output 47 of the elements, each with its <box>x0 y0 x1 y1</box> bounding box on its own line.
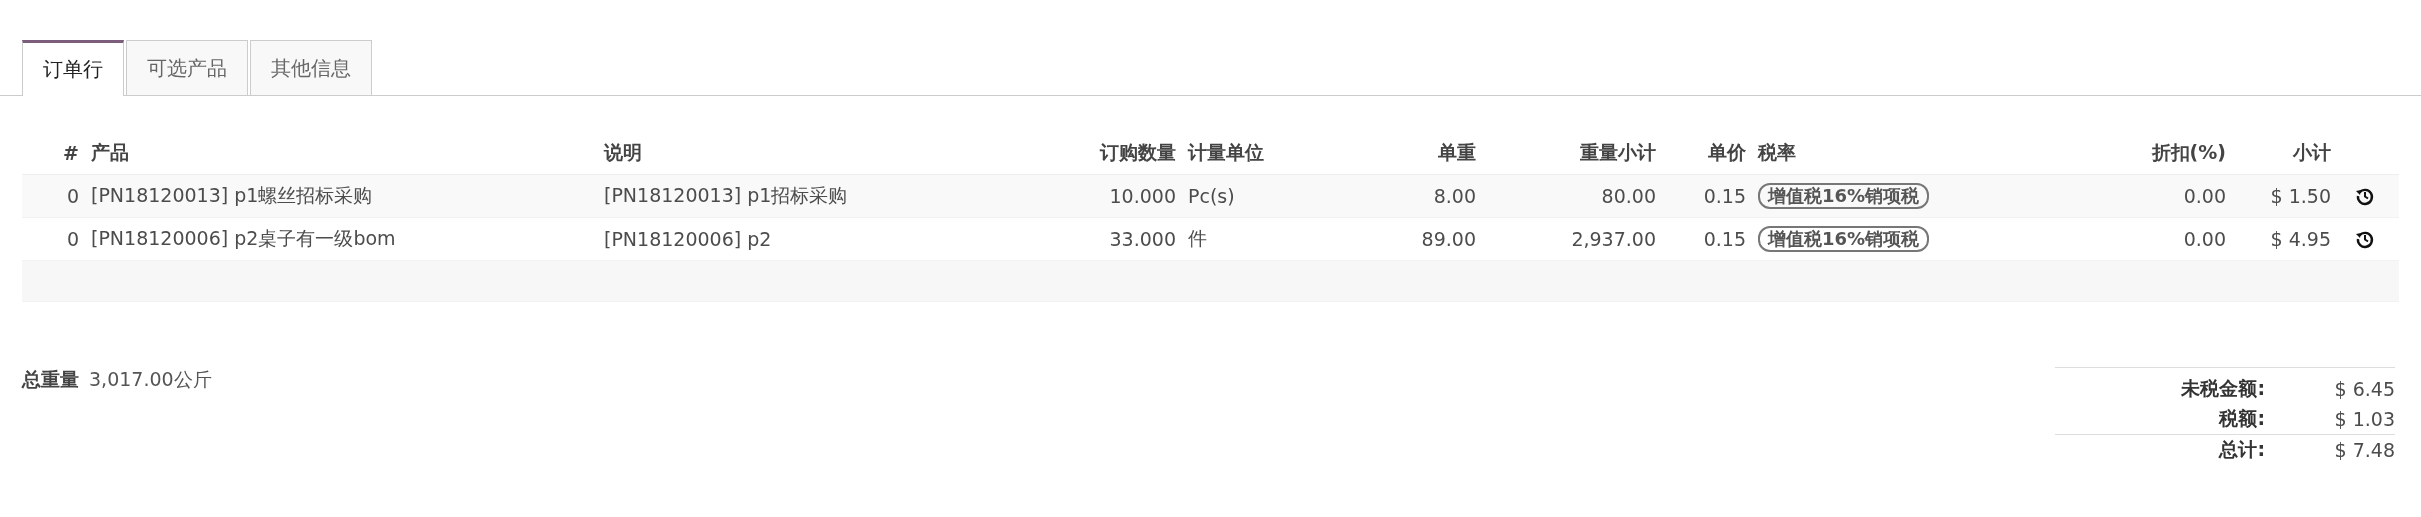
table-cell-text: 0.15 <box>1702 185 1747 207</box>
table-cell-text: 0.15 <box>1702 228 1747 250</box>
table-cell-text: Pc(s) <box>1187 185 1236 207</box>
column-header: 税率 <box>1756 139 1797 165</box>
column-header: 小计 <box>2292 139 2332 165</box>
table-cell-text: 2,937.00 <box>1570 228 1657 250</box>
column-header: 单价 <box>1707 139 1747 165</box>
total-weight-value: 3,017.00公斤 <box>89 367 212 392</box>
row-number: 0 <box>65 228 80 250</box>
column-header: 说明 <box>602 139 643 165</box>
table-cell-text: 0.00 <box>2182 185 2227 207</box>
table-cell-text: 10.000 <box>1108 185 1177 207</box>
table-row[interactable]: 0 [PN18120013] p1螺丝招标采购 [PN18120013] p1招标采购 10.000 Pc(s) 8.00 80.00 0.15 增值税16%销项税 0.00 $ 1.50 <box>22 175 2399 218</box>
total-weight-label: 总重量 <box>22 367 79 392</box>
tax-tag: 增值税16%销项税 <box>1758 226 1930 252</box>
total-value: $ 6.45 <box>2333 378 2395 400</box>
total-label: 未税金额: <box>2181 376 2265 401</box>
table-cell-text: 8.00 <box>1432 185 1477 207</box>
row-number: 0 <box>65 185 80 207</box>
history-icon[interactable] <box>2355 186 2375 206</box>
column-header: 产品 <box>90 139 130 165</box>
column-header: 单重 <box>1437 139 1477 165</box>
table-cell-text: 件 <box>1187 226 1208 251</box>
total-value: $ 1.03 <box>2333 408 2395 430</box>
table-cell-text: [PN18120006] p2桌子有一级bom <box>90 226 397 251</box>
tab[interactable]: 可选产品 <box>126 40 248 95</box>
table-cell-text: [PN18120006] p2 <box>603 228 773 250</box>
total-label: 总计: <box>2219 437 2265 462</box>
total-value: $ 7.48 <box>2333 439 2395 461</box>
table-cell-text: [PN18120013] p1螺丝招标采购 <box>90 183 374 208</box>
table-cell-text: $ 1.50 <box>2269 185 2332 207</box>
table-cell-text: 33.000 <box>1108 228 1177 250</box>
total-label: 税额: <box>2219 406 2265 431</box>
table-cell-text: [PN18120013] p1招标采购 <box>603 183 849 208</box>
tab[interactable]: 其他信息 <box>250 40 372 95</box>
column-header: 订购数量 <box>1098 139 1177 165</box>
table-cell-text: $ 4.95 <box>2269 228 2332 250</box>
history-icon[interactable] <box>2355 229 2375 249</box>
table-cell-text: 89.00 <box>1420 228 1477 250</box>
column-header: 计量单位 <box>1186 139 1265 165</box>
tab[interactable]: 订单行 <box>22 40 124 96</box>
tax-tag: 增值税16%销项税 <box>1758 183 1930 209</box>
column-header: # <box>62 141 80 164</box>
column-header: 折扣(%) <box>2150 139 2227 165</box>
table-cell-text: 0.00 <box>2182 228 2227 250</box>
column-header: 重量小计 <box>1579 139 1657 165</box>
table-cell-text: 80.00 <box>1600 185 1657 207</box>
